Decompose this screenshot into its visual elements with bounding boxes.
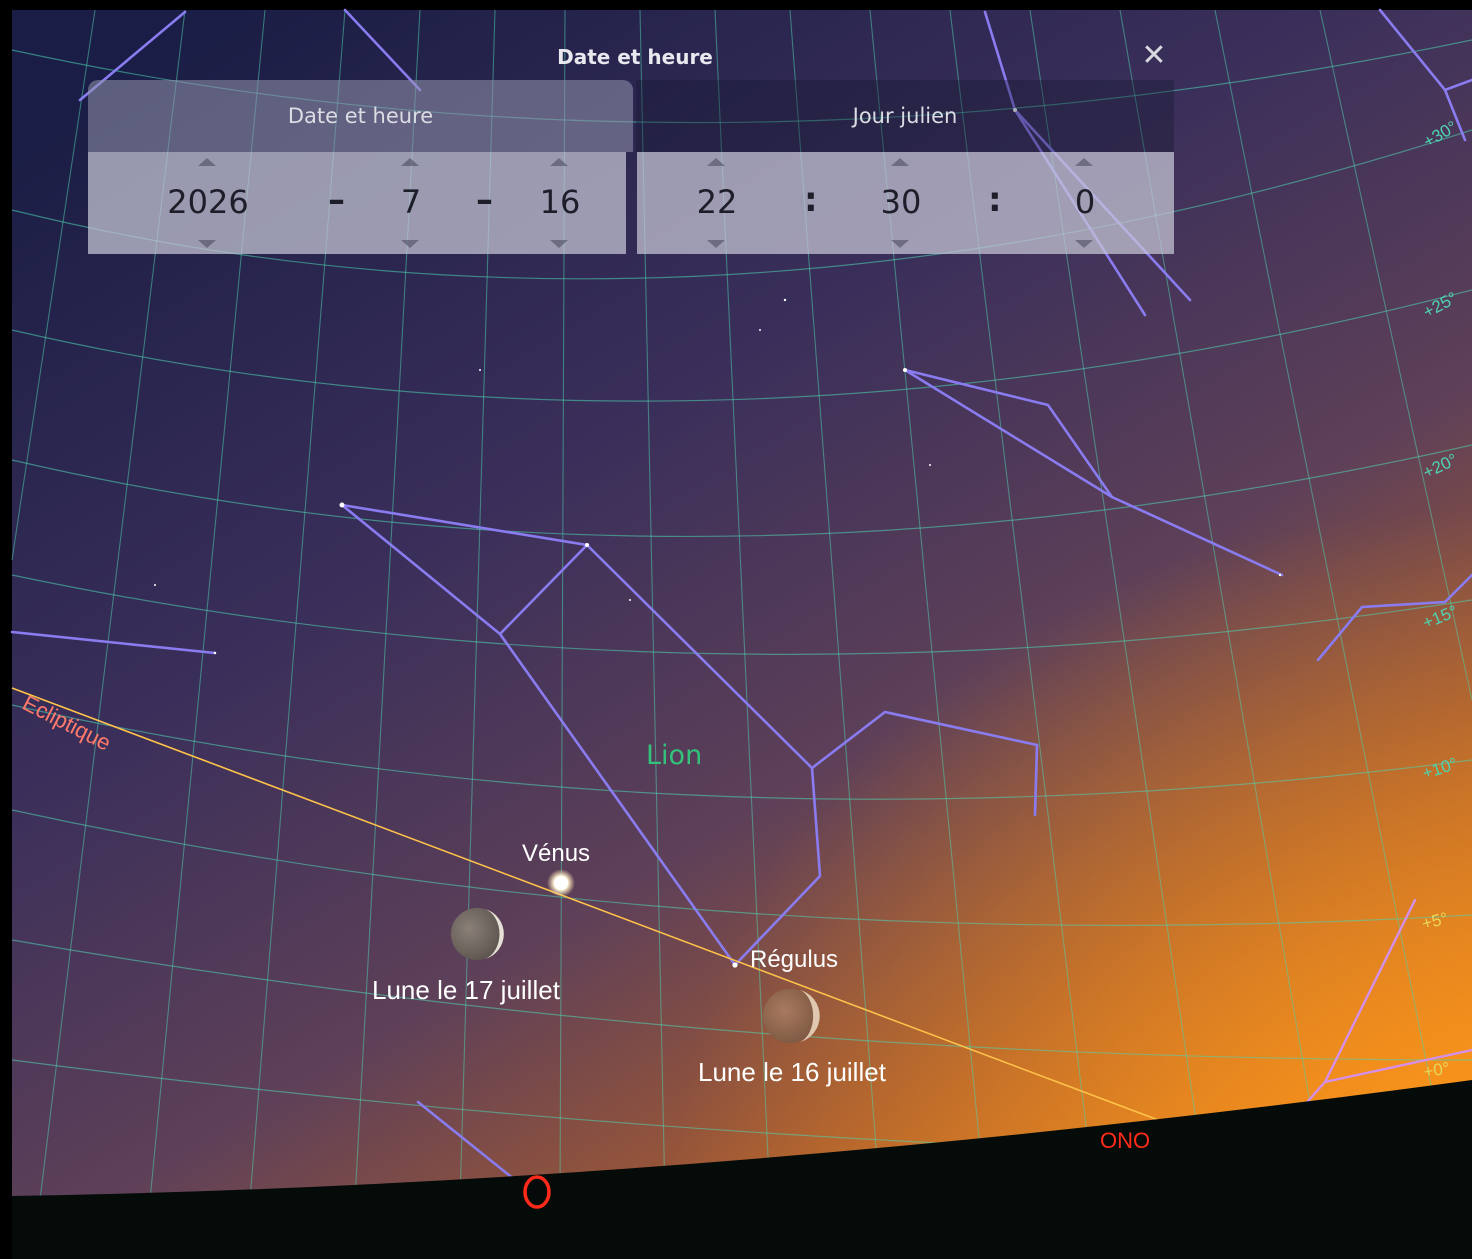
minute-increment-arrow[interactable] — [891, 158, 909, 166]
minute-spinbox[interactable]: 30 — [853, 152, 949, 254]
moon-17-disk[interactable] — [451, 908, 504, 960]
year-spinbox[interactable]: 2026 — [160, 152, 256, 254]
year-increment-arrow[interactable] — [198, 158, 216, 166]
regulus-label: Régulus — [750, 946, 839, 973]
hour-decrement-arrow[interactable] — [707, 240, 725, 248]
hour-value[interactable]: 22 — [669, 180, 765, 224]
moon-17-label: Lune le 17 juillet — [372, 975, 560, 1005]
second-spinbox[interactable]: 0 — [1037, 152, 1133, 254]
second-value[interactable]: 0 — [1037, 180, 1133, 224]
day-increment-arrow[interactable] — [550, 158, 568, 166]
hour-spinbox[interactable]: 22 — [669, 152, 765, 254]
month-decrement-arrow[interactable] — [401, 240, 419, 248]
time-separator-1: : — [804, 180, 818, 220]
moon-16-label: Lune le 16 juillet — [698, 1057, 886, 1087]
month-spinbox[interactable]: 7 — [363, 152, 459, 254]
cardinal-wnw: ONO — [1100, 1128, 1151, 1153]
year-decrement-arrow[interactable] — [198, 240, 216, 248]
year-value[interactable]: 2026 — [160, 180, 256, 224]
close-button[interactable]: ✕ — [1138, 40, 1170, 72]
hour-increment-arrow[interactable] — [707, 158, 725, 166]
tab-julian-day[interactable]: Jour julien — [636, 80, 1174, 152]
regulus-star — [732, 962, 738, 968]
venus-label: Vénus — [522, 840, 591, 867]
day-decrement-arrow[interactable] — [550, 240, 568, 248]
day-value[interactable]: 16 — [512, 180, 608, 224]
second-decrement-arrow[interactable] — [1075, 240, 1093, 248]
day-spinbox[interactable]: 16 — [512, 152, 608, 254]
moon-16-disk[interactable] — [763, 989, 820, 1043]
date-separator-2: – — [476, 180, 493, 220]
time-separator-2: : — [988, 180, 1002, 220]
tab-date-time[interactable]: Date et heure — [88, 80, 633, 152]
minute-value[interactable]: 30 — [853, 180, 949, 224]
venus-core — [554, 876, 568, 890]
dialog-title: Date et heure — [557, 45, 713, 69]
second-increment-arrow[interactable] — [1075, 158, 1093, 166]
minute-decrement-arrow[interactable] — [891, 240, 909, 248]
constellation-label-lion: Lion — [646, 740, 703, 771]
month-value[interactable]: 7 — [363, 180, 459, 224]
date-separator-1: – — [328, 180, 345, 220]
month-increment-arrow[interactable] — [401, 158, 419, 166]
